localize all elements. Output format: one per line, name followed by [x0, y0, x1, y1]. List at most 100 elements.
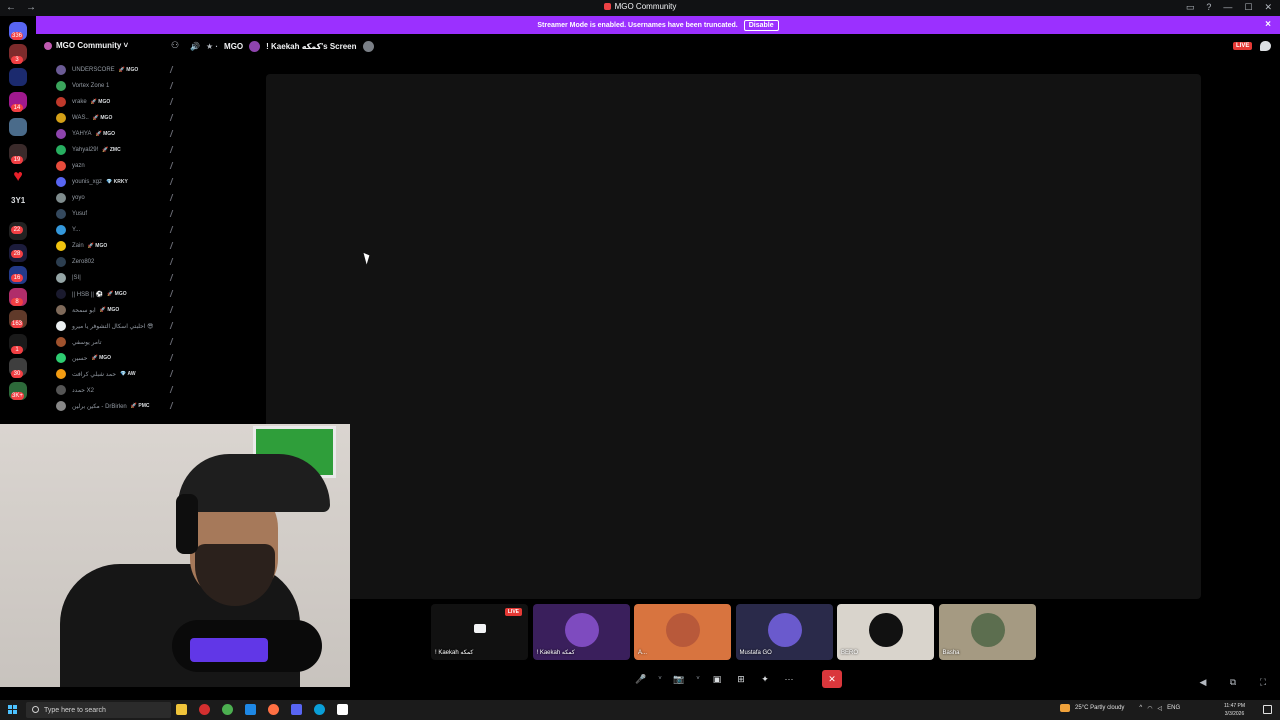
mic-options-chevron-icon[interactable]: ˅ — [656, 670, 664, 688]
muted-mic-icon — [169, 354, 178, 361]
clock[interactable]: 11:47 PM 3/3/2026 — [1224, 702, 1245, 718]
voice-member[interactable]: تامر يوسفي — [56, 334, 182, 350]
fullscreen-icon[interactable]: ⛶ — [1254, 673, 1272, 691]
volume-tray-icon[interactable]: ◁ — [1158, 705, 1163, 712]
more-options-button[interactable]: ··· — [780, 670, 798, 688]
discord-icon[interactable] — [291, 704, 302, 715]
member-name: UNDERSCORE — [72, 67, 115, 73]
notifications-icon[interactable] — [1263, 705, 1272, 714]
voice-member[interactable]: مكين برلين - DrBirlen 🚀 PMC — [56, 398, 182, 414]
voice-member[interactable]: yazn — [56, 158, 182, 174]
voice-member[interactable]: UNDERSCORE 🚀 MGO — [56, 62, 182, 78]
participant-tile[interactable]: A... — [634, 604, 731, 660]
notification-badge: 8 — [11, 298, 23, 306]
network-icon[interactable]: ◠ — [1147, 705, 1152, 712]
member-avatar — [56, 257, 66, 267]
voice-member[interactable]: |SI| — [56, 270, 182, 286]
participant-tile[interactable]: ! Kaekah كمكه — [532, 604, 630, 660]
soundboard-button[interactable]: ✦ — [756, 670, 774, 688]
camera-options-chevron-icon[interactable]: ˅ — [694, 670, 702, 688]
voice-member[interactable]: ابو سمحة 🚀 MGO — [56, 302, 182, 318]
lang-indicator[interactable]: ENG — [1167, 705, 1180, 711]
member-name: yazn — [72, 163, 85, 169]
add-member-icon[interactable]: ⚇ — [171, 41, 180, 50]
tray-chevron-icon[interactable]: ^ — [1139, 705, 1142, 711]
member-avatar — [56, 305, 66, 315]
notification-badge: 16 — [11, 274, 23, 282]
voice-member[interactable]: حمدد X2 — [56, 382, 182, 398]
voice-member[interactable]: vrake 🚀 MGO — [56, 94, 182, 110]
voice-member[interactable]: Zero802 — [56, 254, 182, 270]
discord-logo-icon — [603, 3, 611, 10]
server-icon[interactable] — [9, 68, 27, 86]
volume-icon[interactable]: ◀ — [1194, 673, 1212, 691]
voice-member[interactable]: Yusuf — [56, 206, 182, 222]
screen-share-button[interactable]: ▣ — [708, 670, 726, 688]
camera-button[interactable]: 📷 — [670, 670, 688, 688]
voice-member[interactable]: حسين 🚀 MGO — [56, 350, 182, 366]
participant-tile[interactable]: LIVE ! Kaekah كمكه — [431, 604, 528, 660]
voice-member[interactable]: حمد شبلي كرافت 💎 AW — [56, 366, 182, 382]
stream-viewport[interactable] — [266, 74, 1201, 599]
system-tray: 25°C Partly cloudy ^ ◠ ◁ ENG — [1060, 704, 1180, 712]
voice-member[interactable]: Zain 🚀 MGO — [56, 238, 182, 254]
forward-icon[interactable]: → — [26, 2, 36, 13]
voice-member[interactable]: Vortex Zone 1 — [56, 78, 182, 94]
voice-member[interactable]: yoyo — [56, 190, 182, 206]
popout-icon[interactable]: ⧉ — [1224, 673, 1242, 691]
member-avatar — [56, 353, 66, 363]
maximize-button[interactable]: ☐ — [1244, 2, 1252, 13]
microphone-light — [190, 638, 268, 662]
app-icon[interactable] — [268, 704, 279, 715]
voice-member[interactable]: Y... — [56, 222, 182, 238]
weather-text[interactable]: 25°C Partly cloudy — [1075, 705, 1124, 711]
participant-tile[interactable]: BERO — [837, 604, 934, 660]
participant-name: ! Kaekah كمكه — [536, 650, 575, 656]
member-server-tag: 💎 KRKY — [106, 179, 128, 185]
start-icon[interactable] — [8, 705, 17, 714]
activities-button[interactable]: ⊞ — [732, 670, 750, 688]
screen-share-icon — [474, 624, 486, 633]
notification-badge: 3K+ — [11, 392, 24, 400]
microphone-button[interactable]: 🎤 — [632, 670, 650, 688]
disconnect-button[interactable]: ✕ — [822, 670, 842, 688]
inbox-icon[interactable]: ▭ — [1186, 2, 1195, 13]
voice-member[interactable]: Yahyal29! 🚀 ZMC — [56, 142, 182, 158]
server-icon[interactable] — [9, 118, 27, 136]
capcut-icon[interactable] — [337, 704, 348, 715]
channel-name[interactable]: MGO — [224, 42, 243, 51]
chrome-icon[interactable] — [222, 704, 233, 715]
window-title-wrap: MGO Community — [0, 2, 1280, 11]
voice-member[interactable]: WAS.. 🚀 MGO — [56, 110, 182, 126]
file-explorer-icon[interactable] — [176, 704, 187, 715]
close-window-button[interactable]: ✕ — [1264, 2, 1272, 13]
help-icon[interactable]: ? — [1206, 2, 1211, 13]
chat-icon[interactable] — [1260, 41, 1271, 51]
member-avatar — [56, 209, 66, 219]
disable-streamer-mode-button[interactable]: Disable — [743, 19, 779, 31]
voice-member[interactable]: YAHYA 🚀 MGO — [56, 126, 182, 142]
member-avatar — [56, 337, 66, 347]
member-name: yoyo — [72, 195, 85, 201]
banner-text: Streamer Mode is enabled. Usernames have… — [537, 21, 738, 29]
participant-tile[interactable]: Basha — [938, 604, 1036, 660]
opera-icon[interactable] — [199, 704, 210, 715]
muted-mic-icon — [169, 322, 178, 329]
back-icon[interactable]: ← — [6, 2, 16, 13]
taskbar-search[interactable]: Type here to search — [26, 702, 171, 718]
close-banner-icon[interactable]: × — [1265, 19, 1271, 30]
member-name: Zain — [72, 243, 84, 249]
server-name-dropdown[interactable]: MGO Community ˅ — [44, 41, 128, 50]
app-icon[interactable] — [245, 704, 256, 715]
window-title: MGO Community — [614, 2, 677, 11]
heart-server-icon[interactable]: ♥ — [9, 168, 27, 186]
participant-tile[interactable]: Mustafa GO — [735, 604, 833, 660]
minimize-button[interactable]: — — [1223, 2, 1232, 13]
participant-avatar — [767, 613, 802, 647]
member-avatar — [56, 97, 66, 107]
member-server-tag: 🚀 MGO — [91, 355, 112, 361]
edge-icon[interactable] — [314, 704, 325, 715]
voice-member[interactable]: || HSB || ⚽ 🚀 MGO — [56, 286, 182, 302]
voice-member[interactable]: احلبتي اسكال التشوفر يا ميرو 😎 — [56, 318, 182, 334]
voice-member[interactable]: younis_xgz 💎 KRKY — [56, 174, 182, 190]
